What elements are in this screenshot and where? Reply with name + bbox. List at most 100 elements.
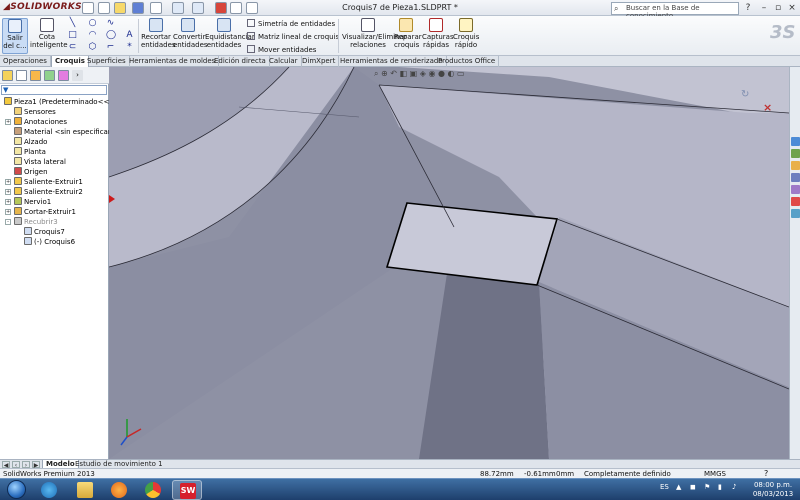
tab-herramientas-renderizado[interactable]: Herramientas de renderizado — [337, 56, 447, 67]
line-tool-icon[interactable]: ╲ — [68, 19, 77, 28]
collapse-icon[interactable]: - — [5, 219, 11, 225]
solidworks-logo[interactable]: ◢SOLIDWORKS — [3, 2, 82, 14]
display-style-icon[interactable]: ◈ — [420, 69, 426, 78]
tree-item[interactable]: + Saliente-Extruir2 — [5, 187, 83, 197]
text-tool-icon[interactable]: A — [125, 31, 134, 40]
close-button[interactable]: × — [786, 2, 798, 14]
file-explorer-icon[interactable] — [791, 161, 800, 170]
view-settings-icon[interactable]: ▭ — [457, 69, 465, 78]
tab-calcular[interactable]: Calcular — [266, 56, 302, 67]
display-manager-icon[interactable] — [58, 70, 69, 81]
tab-productos-office[interactable]: Productos Office — [435, 56, 500, 67]
tree-item[interactable]: Planta — [14, 147, 46, 157]
configuration-manager-icon[interactable] — [30, 70, 41, 81]
mirror-entities-button[interactable]: Simetría de entidades — [247, 19, 335, 28]
feature-manager-icon[interactable] — [2, 70, 13, 81]
design-library-icon[interactable] — [791, 149, 800, 158]
tree-item[interactable]: Sensores — [14, 107, 56, 117]
slot-tool-icon[interactable]: ⊂ — [68, 43, 77, 52]
confirm-corner-close-icon[interactable]: × — [763, 101, 775, 114]
taskbar-solidworks[interactable]: SW — [172, 480, 202, 500]
tab-superficies[interactable]: Superficies — [84, 56, 130, 67]
move-entities-button[interactable]: Mover entidades — [247, 45, 316, 54]
tree-item[interactable]: + Anotaciones — [5, 117, 67, 127]
select-icon[interactable] — [192, 2, 204, 14]
taskbar-clock[interactable]: 08:00 p.m. 08/03/2013 — [748, 481, 798, 499]
linear-pattern-button[interactable]: Matriz lineal de croquis — [247, 32, 339, 41]
expand-icon[interactable]: + — [5, 209, 11, 215]
smart-dimension-button[interactable]: Cota inteligente — [30, 18, 68, 49]
help-icon[interactable]: ? — [742, 2, 754, 14]
exit-sketch-button[interactable]: Salir del c... — [2, 18, 28, 54]
panel-forward-icon[interactable]: › — [72, 70, 83, 81]
arc-tool-icon[interactable]: ◠ — [88, 31, 97, 40]
expand-icon[interactable]: + — [5, 179, 11, 185]
print-icon[interactable] — [150, 2, 162, 14]
last-tab-arrow[interactable]: ▶ — [32, 461, 40, 469]
search-results-icon[interactable] — [791, 173, 800, 182]
prev-tab-arrow[interactable]: ‹ — [12, 461, 20, 469]
taskbar-ie[interactable] — [34, 480, 64, 500]
first-tab-arrow[interactable]: ◀ — [2, 461, 10, 469]
hide-show-icon[interactable]: ◉ — [428, 69, 435, 78]
view-orientation-icon[interactable]: ▣ — [410, 69, 418, 78]
fillet-tool-icon[interactable]: ⌐ — [106, 43, 115, 52]
convert-entities-button[interactable]: Convertir entidades — [173, 18, 208, 49]
expand-icon[interactable]: + — [5, 119, 11, 125]
quick-snaps-button[interactable]: Capturas rápidas — [422, 18, 454, 49]
expand-icon[interactable]: + — [5, 199, 11, 205]
graphics-area[interactable]: ⌕ ⊕ ↶ ◧ ▣ ◈ ◉ ● ◐ ▭ ↻ × — [109, 67, 789, 459]
open-icon[interactable] — [98, 2, 110, 14]
tree-item[interactable]: + Cortar-Extruir1 — [5, 207, 76, 217]
new-icon[interactable] — [82, 2, 94, 14]
resources-icon[interactable] — [791, 137, 800, 146]
tray-network-icon[interactable]: ▮ — [718, 483, 722, 491]
polygon-tool-icon[interactable]: ⬡ — [88, 43, 97, 52]
rapid-sketch-button[interactable]: Croquis rápido — [453, 18, 479, 49]
tray-flag-icon[interactable]: ⚑ — [704, 483, 710, 491]
next-tab-arrow[interactable]: › — [22, 461, 30, 469]
language-indicator[interactable]: ES — [660, 483, 669, 491]
zoom-area-icon[interactable]: ⊕ — [381, 69, 388, 78]
tree-item[interactable]: Origen — [14, 167, 48, 177]
tree-filter-input[interactable]: ▼ — [1, 85, 107, 95]
file-properties-icon[interactable] — [230, 2, 242, 14]
appearance-icon[interactable]: ● — [438, 69, 445, 78]
tree-item[interactable]: + Nervio1 — [5, 197, 51, 207]
tab-herramientas-moldes[interactable]: Herramientas de moldes — [126, 56, 220, 67]
rectangle-tool-icon[interactable]: □ — [68, 31, 77, 40]
taskbar-chrome[interactable] — [138, 480, 168, 500]
previous-view-icon[interactable]: ↶ — [390, 69, 397, 78]
minimize-button[interactable]: – — [758, 2, 770, 14]
trim-entities-button[interactable]: Recortar entidades — [141, 18, 176, 49]
tray-volume-icon[interactable]: ♪ — [732, 483, 736, 491]
confirm-corner-sketch-icon[interactable]: ↻ — [741, 89, 757, 101]
tray-app-icon[interactable]: ◼ — [690, 483, 696, 491]
tree-item[interactable]: Croquis7 — [24, 227, 65, 237]
repair-sketch-button[interactable]: Reparar croquis — [394, 18, 422, 49]
rebuild-icon[interactable] — [215, 2, 227, 14]
dimxpert-manager-icon[interactable] — [44, 70, 55, 81]
tray-expand-icon[interactable]: ▲ — [676, 483, 681, 491]
expand-icon[interactable]: + — [5, 189, 11, 195]
tree-item[interactable]: Vista lateral — [14, 157, 66, 167]
save-icon[interactable] — [132, 2, 144, 14]
tree-item[interactable]: Alzado — [14, 137, 47, 147]
custom-properties-icon[interactable] — [791, 209, 800, 218]
tree-item[interactable]: Material <sin especificar> — [14, 127, 117, 137]
spline-tool-icon[interactable]: ∿ — [106, 19, 115, 28]
tree-item[interactable]: + Saliente-Extruir1 — [5, 177, 83, 187]
property-manager-icon[interactable] — [16, 70, 27, 81]
tree-item[interactable]: (-) Croquis6 — [24, 237, 75, 247]
start-button[interactable] — [2, 479, 30, 500]
tab-dimxpert[interactable]: DimXpert — [299, 56, 340, 67]
section-view-icon[interactable]: ◧ — [400, 69, 408, 78]
view-palette-icon[interactable] — [791, 185, 800, 194]
offset-entities-button[interactable]: Equidistanciar entidades — [205, 18, 255, 49]
tree-item[interactable]: - Recubrir3 — [5, 217, 58, 227]
circle-tool-icon[interactable]: ○ — [88, 19, 97, 28]
taskbar-explorer[interactable] — [70, 480, 100, 500]
folder-icon[interactable] — [114, 2, 126, 14]
restore-button[interactable]: ▫ — [772, 2, 784, 14]
appearances-icon[interactable] — [791, 197, 800, 206]
